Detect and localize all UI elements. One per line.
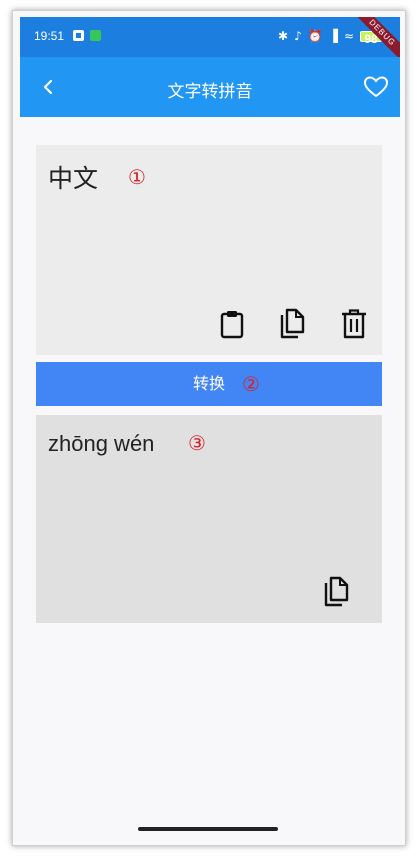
input-text-area[interactable]: 中文 ① (36, 145, 382, 355)
app-notification-icon (90, 30, 101, 41)
app-bar: 文字转拼音 (20, 57, 400, 117)
status-time: 19:51 (34, 29, 65, 43)
marker-3: ③ (188, 431, 206, 455)
heart-outline-icon (363, 76, 389, 98)
notification-icon (73, 30, 84, 41)
copy-input-button[interactable] (276, 307, 308, 341)
output-text-area: zhōng wén ③ (36, 415, 382, 623)
page-title: 文字转拼音 (167, 82, 253, 102)
phone-frame: 19:51 ✱ ♪ ⏰ ▐ ≈ 98 DEBUG 文字转拼音 中文 ① 转换 ②… (12, 10, 406, 846)
copy-output-button[interactable] (320, 575, 352, 609)
input-actions (216, 307, 376, 343)
mute-icon: ♪ (294, 29, 302, 43)
copy-icon (324, 576, 349, 607)
output-text: zhōng wén (48, 431, 155, 456)
paste-button[interactable] (216, 307, 248, 341)
status-bar: 19:51 ✱ ♪ ⏰ ▐ ≈ 98 DEBUG (20, 17, 400, 66)
clipboard-icon (220, 311, 244, 339)
home-indicator[interactable] (138, 827, 278, 831)
wifi-icon: ≈ (343, 29, 354, 43)
alarm-icon: ⏰ (307, 29, 323, 43)
marker-1: ① (128, 165, 146, 189)
delete-button[interactable] (338, 307, 370, 341)
input-text[interactable]: 中文 (48, 159, 98, 195)
favorite-button[interactable] (360, 71, 392, 103)
trash-icon (342, 309, 366, 339)
marker-2: ② (242, 372, 260, 396)
convert-button-label: 转换 (192, 374, 225, 393)
status-icons: ✱ ♪ ⏰ ▐ ≈ 98 (278, 28, 382, 46)
convert-button[interactable]: 转换 ② (36, 362, 382, 406)
copy-icon (280, 308, 305, 339)
bluetooth-icon: ✱ (278, 29, 289, 43)
app-screen: 19:51 ✱ ♪ ⏰ ▐ ≈ 98 DEBUG 文字转拼音 中文 ① 转换 ②… (20, 17, 400, 841)
signal-icon: ▐ (328, 29, 338, 43)
